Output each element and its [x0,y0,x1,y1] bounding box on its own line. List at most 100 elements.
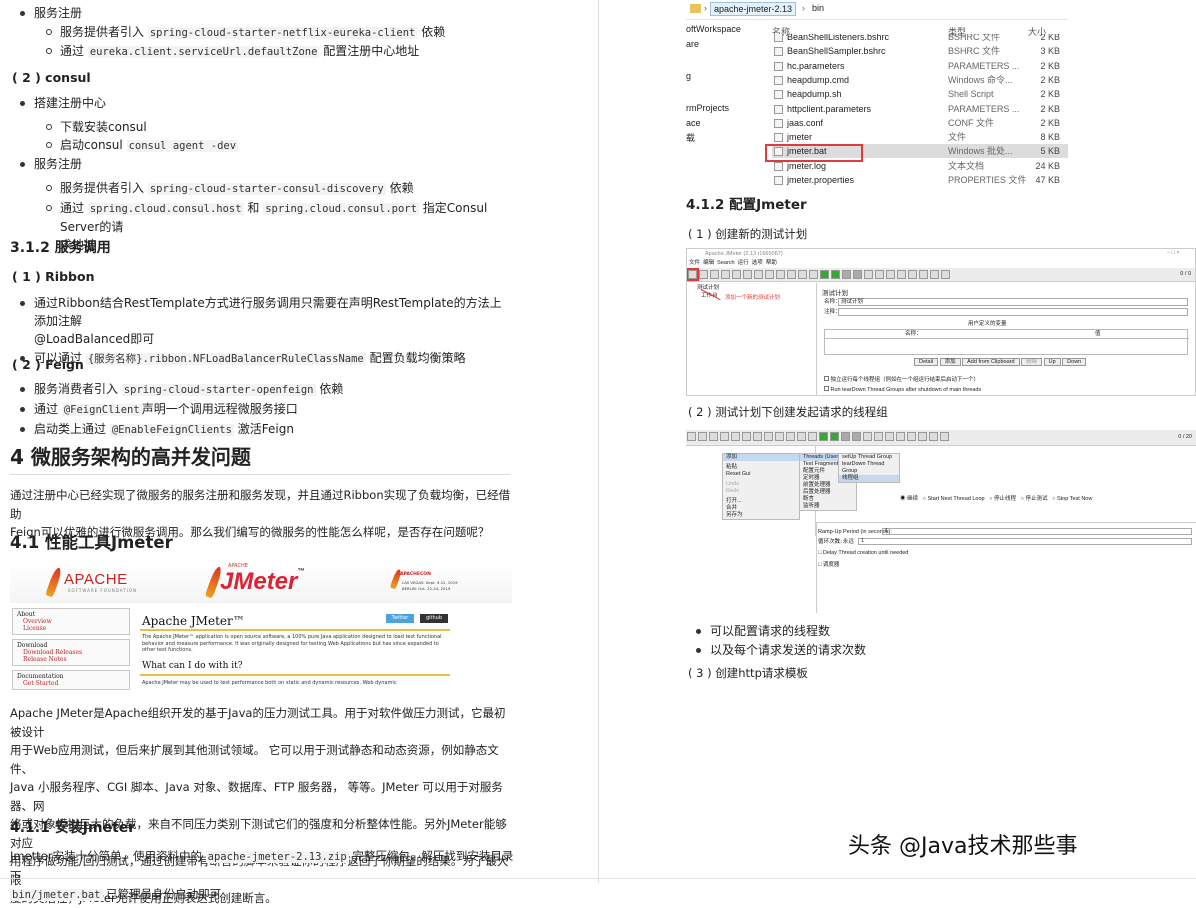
comment-input[interactable] [838,308,1188,316]
menu-open[interactable]: 打开... [723,498,799,505]
shutdown-icon[interactable] [852,432,861,441]
checkbox[interactable] [824,386,829,391]
new-icon[interactable] [687,432,696,441]
option-2[interactable]: Run tearDown Thread Groups after shutdow… [824,386,981,394]
radio-continue[interactable]: ◉ 继续 [900,496,918,502]
file-row[interactable]: heapdump.sh Shell Script 2 KB [772,87,1068,101]
paste-icon[interactable] [776,270,785,279]
file-row[interactable]: hc.parameters PARAMETERS ... 2 KB [772,59,1068,73]
submenu-assert[interactable]: 断言 [800,496,856,503]
save-icon[interactable] [731,432,740,441]
copy-icon[interactable] [765,270,774,279]
help-icon[interactable] [941,270,950,279]
delete-button[interactable]: 删除 [1021,358,1043,366]
ramp-up-input[interactable]: 1 [882,528,1192,535]
add-clipboard-button[interactable]: Add from Clipboard [962,358,1020,366]
file-row[interactable]: heapdump.cmd Windows 命令... 2 KB [772,73,1068,87]
loop-input[interactable]: 1 [858,538,1192,545]
menu-reset[interactable]: Reset Gui [723,471,799,478]
submenu-pre[interactable]: 前置处理器 [800,482,856,489]
radio-stop-now[interactable]: ○ Stop Test Now [1052,496,1092,502]
screenshot-icon[interactable] [742,432,751,441]
menu-redo[interactable]: Redo [723,488,799,495]
checkbox[interactable] [824,376,829,381]
remote-start-icon[interactable] [864,270,873,279]
shutdown-icon[interactable] [853,270,862,279]
search-icon[interactable] [907,432,916,441]
file-row[interactable]: BeanShellListeners.bshrc BSHRC 文件 2 KB [772,34,1068,44]
open-icon[interactable] [710,270,719,279]
detail-button[interactable]: Detail [914,358,939,366]
start-no-pause-icon[interactable] [830,432,839,441]
breadcrumb-bin[interactable]: bin [812,3,824,13]
file-row[interactable]: jmeter 文件 8 KB [772,130,1068,144]
start-icon[interactable] [820,270,829,279]
menu-merge[interactable]: 合并 [723,505,799,512]
remote-stop-icon[interactable] [874,432,883,441]
clear-icon[interactable] [885,432,894,441]
copy-icon[interactable] [764,432,773,441]
expand-icon[interactable] [787,270,796,279]
forever-checkbox[interactable]: □ 永远 [838,539,854,546]
expand-icon[interactable] [786,432,795,441]
reset-search-icon[interactable] [919,270,928,279]
clear-all-icon[interactable] [896,432,905,441]
start-icon[interactable] [819,432,828,441]
file-row[interactable]: BeanShellSampler.bshrc BSHRC 文件 3 KB [772,44,1068,58]
option-1[interactable]: 独立运行每个线程组（例如在一个组运行结束后启动下一个） [824,376,979,384]
breadcrumb-jmeter[interactable]: apache-jmeter-2.13 [710,2,797,16]
paste-icon[interactable] [775,432,784,441]
name-input[interactable]: 测试计划 [838,298,1188,306]
menu-undo[interactable]: Undo [723,481,799,488]
save-icon[interactable] [732,270,741,279]
submenu-listener[interactable]: 监听器 [800,503,856,510]
stop-icon[interactable] [841,432,850,441]
stop-icon[interactable] [842,270,851,279]
down-button[interactable]: Down [1062,358,1087,366]
menu-save-as[interactable]: 另存为 [723,512,799,519]
cut-icon[interactable] [753,432,762,441]
help-icon[interactable] [940,432,949,441]
collapse-icon[interactable] [798,270,807,279]
menu-item[interactable]: 帮助 [766,260,777,266]
file-row[interactable]: httpclient.parameters PARAMETERS ... 2 KB [772,102,1068,116]
submenu-post[interactable]: 后置处理器 [800,489,856,496]
delay-checkbox[interactable]: □ Delay Thread creation until needed [818,550,908,557]
up-button[interactable]: Up [1043,358,1061,366]
setup-thread-group[interactable]: setUp Thread Group [839,454,899,461]
toggle-icon[interactable] [808,432,817,441]
reset-search-icon[interactable] [918,432,927,441]
screenshot-icon[interactable] [743,270,752,279]
menu-item[interactable]: 运行 [738,260,749,266]
start-no-pause-icon[interactable] [831,270,840,279]
radio-next-loop[interactable]: ○ Start Next Thread Loop [923,496,985,502]
scheduler-checkbox[interactable]: □ 调度器 [818,562,839,569]
close-icon[interactable] [720,432,729,441]
menu-paste[interactable]: 粘贴 [723,464,799,471]
new-icon[interactable] [687,268,699,281]
search-icon[interactable] [908,270,917,279]
collapse-icon[interactable] [797,432,806,441]
menu-item[interactable]: 选项 [752,260,763,266]
function-icon[interactable] [929,432,938,441]
radio-stop-test[interactable]: ○ 停止测试 [1021,496,1048,502]
clear-all-icon[interactable] [897,270,906,279]
radio-stop-thread[interactable]: ○ 停止线程 [989,496,1016,502]
clear-icon[interactable] [886,270,895,279]
template-icon[interactable] [698,432,707,441]
menu-item[interactable]: 文件 [689,260,700,266]
function-icon[interactable] [930,270,939,279]
open-icon[interactable] [709,432,718,441]
file-row[interactable]: jmeter.properties PROPERTIES 文件 47 KB [772,173,1068,185]
cut-icon[interactable] [754,270,763,279]
file-row[interactable]: jaas.conf CONF 文件 2 KB [772,116,1068,130]
thread-group-item[interactable]: 线程组 [839,475,899,482]
toggle-icon[interactable] [809,270,818,279]
menu-add[interactable]: 添加 [723,454,799,461]
menu-item[interactable]: Search [717,260,734,266]
remote-stop-icon[interactable] [875,270,884,279]
add-button[interactable]: 添加 [939,358,961,366]
menu-item[interactable]: 编辑 [703,260,714,266]
remote-start-icon[interactable] [863,432,872,441]
close-icon[interactable] [721,270,730,279]
